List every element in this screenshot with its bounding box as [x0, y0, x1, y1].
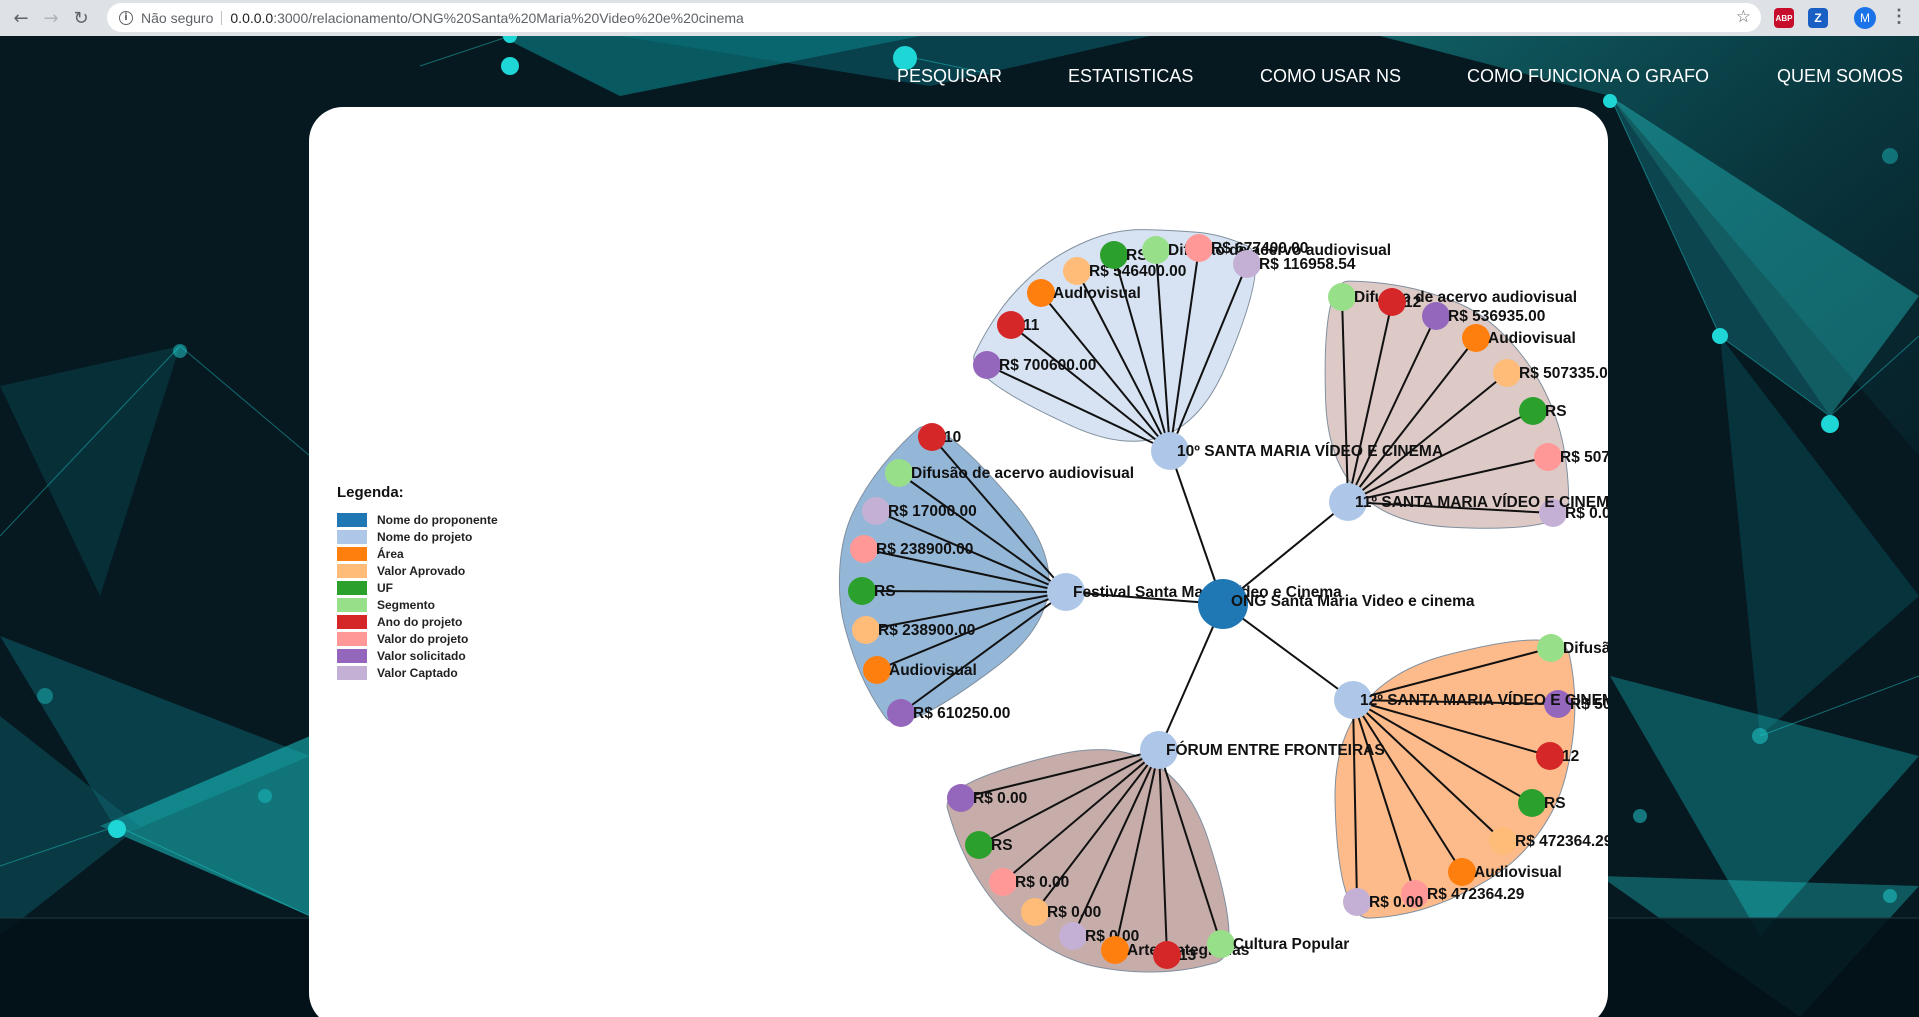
project-label: 12º SANTA MARIA VÍDEO E CINEMA — [1360, 692, 1626, 709]
graph-node-label: R$ 677400.00 — [1211, 240, 1308, 257]
graph-node-label: Audiovisual — [1053, 285, 1141, 302]
graph-node[interactable] — [1185, 234, 1213, 262]
graph-node[interactable] — [862, 497, 890, 525]
graph-node[interactable] — [1519, 397, 1547, 425]
graph-node-label: 10 — [944, 429, 961, 446]
graph-node-label: R$ 238900.00 — [878, 622, 975, 639]
graph-node[interactable] — [1233, 250, 1261, 278]
proponent-label: ONG Santa Maria Video e cinema — [1231, 593, 1475, 610]
graph-node[interactable] — [1153, 941, 1181, 969]
graph-node[interactable] — [1462, 324, 1490, 352]
graph-node[interactable] — [850, 535, 878, 563]
graph-node-label: 12 — [1404, 294, 1421, 311]
graph-node[interactable] — [1063, 257, 1091, 285]
graph-node-label: R$ 536935.00 — [1448, 308, 1545, 325]
graph-node[interactable] — [1378, 288, 1406, 316]
graph-node-label: RS — [1545, 403, 1567, 420]
graph-node-label: R$ 0.00 — [1015, 874, 1069, 891]
graph-node-label: R$ 507335.00 — [1519, 365, 1616, 382]
graph-node[interactable] — [1489, 827, 1517, 855]
graph-node[interactable] — [965, 831, 993, 859]
graph-node[interactable] — [1100, 241, 1128, 269]
graph-node[interactable] — [852, 616, 880, 644]
graph-node-label: R$ 472364.29 — [1427, 886, 1525, 903]
graph-node-label: 11 — [1023, 317, 1040, 334]
graph-node-label: R$ 700600.00 — [999, 357, 1096, 374]
graph-node[interactable] — [1027, 279, 1055, 307]
graph-node[interactable] — [1536, 742, 1564, 770]
graph-node[interactable] — [1518, 789, 1546, 817]
graph-node[interactable] — [848, 577, 876, 605]
project-label: 10º SANTA MARIA VÍDEO E CINEMA — [1177, 443, 1443, 460]
graph-node-label: Difusão de acervo audiovisual — [911, 465, 1134, 482]
graph-node[interactable] — [973, 351, 1001, 379]
graph-node[interactable] — [1142, 236, 1170, 264]
graph-node-label: Audiovisual — [1488, 330, 1576, 347]
graph-node[interactable] — [1021, 898, 1049, 926]
graph-node[interactable] — [885, 459, 913, 487]
graph-node-label: R$ 0.00 — [1047, 904, 1101, 921]
graph-node[interactable] — [1422, 302, 1450, 330]
graph-node[interactable] — [863, 656, 891, 684]
graph-node-label: RS — [991, 837, 1013, 854]
graph-node[interactable] — [1328, 283, 1356, 311]
relationship-graph[interactable]: R$ 700600.00 11 Audiovisual R$ 546400.00 RS D… — [0, 0, 1919, 1017]
graph-node-label: R$ 0.00 — [973, 790, 1027, 807]
graph-node-label: RS — [874, 583, 896, 600]
graph-node-label: R$ 116958.54 — [1259, 256, 1356, 273]
graph-node-label: Difusão de acervo audiovisual — [1563, 640, 1786, 657]
graph-node-label: R$ 546400.00 — [1089, 263, 1186, 280]
graph-node-label: 13 — [1179, 947, 1197, 964]
graph-node-label: Cultura Popular — [1233, 936, 1349, 953]
graph-node-label: 12 — [1562, 748, 1579, 765]
graph-node[interactable] — [1207, 930, 1235, 958]
graph-node[interactable] — [1101, 936, 1129, 964]
graph-node[interactable] — [1493, 359, 1521, 387]
project-label: FÓRUM ENTRE FRONTEIRAS — [1166, 741, 1385, 759]
graph-node[interactable] — [1059, 922, 1087, 950]
graph-node-label: R$ 238900.00 — [876, 541, 973, 558]
graph-node-label: R$ 17000.00 — [888, 503, 977, 520]
graph-node[interactable] — [947, 784, 975, 812]
graph-node[interactable] — [989, 868, 1017, 896]
graph-node-label: RS — [1544, 795, 1566, 812]
graph-node-label: R$ 507335.00 — [1560, 449, 1657, 466]
graph-node-label: Audiovisual — [889, 662, 977, 679]
graph-node[interactable] — [1537, 634, 1565, 662]
graph-node[interactable] — [1534, 443, 1562, 471]
graph-node[interactable] — [918, 423, 946, 451]
graph-node[interactable] — [1448, 858, 1476, 886]
graph-node[interactable] — [887, 699, 915, 727]
graph-node[interactable] — [1343, 888, 1371, 916]
graph-node-label: R$ 0.00 — [1369, 894, 1423, 911]
graph-node-label: R$ 472364.29 — [1515, 833, 1613, 850]
graph-node-label: R$ 610250.00 — [913, 705, 1010, 722]
graph-node-label: Audiovisual — [1474, 864, 1562, 881]
graph-node[interactable] — [997, 311, 1025, 339]
project-label: 11º SANTA MARIA VÍDEO E CINEMA — [1355, 494, 1620, 511]
